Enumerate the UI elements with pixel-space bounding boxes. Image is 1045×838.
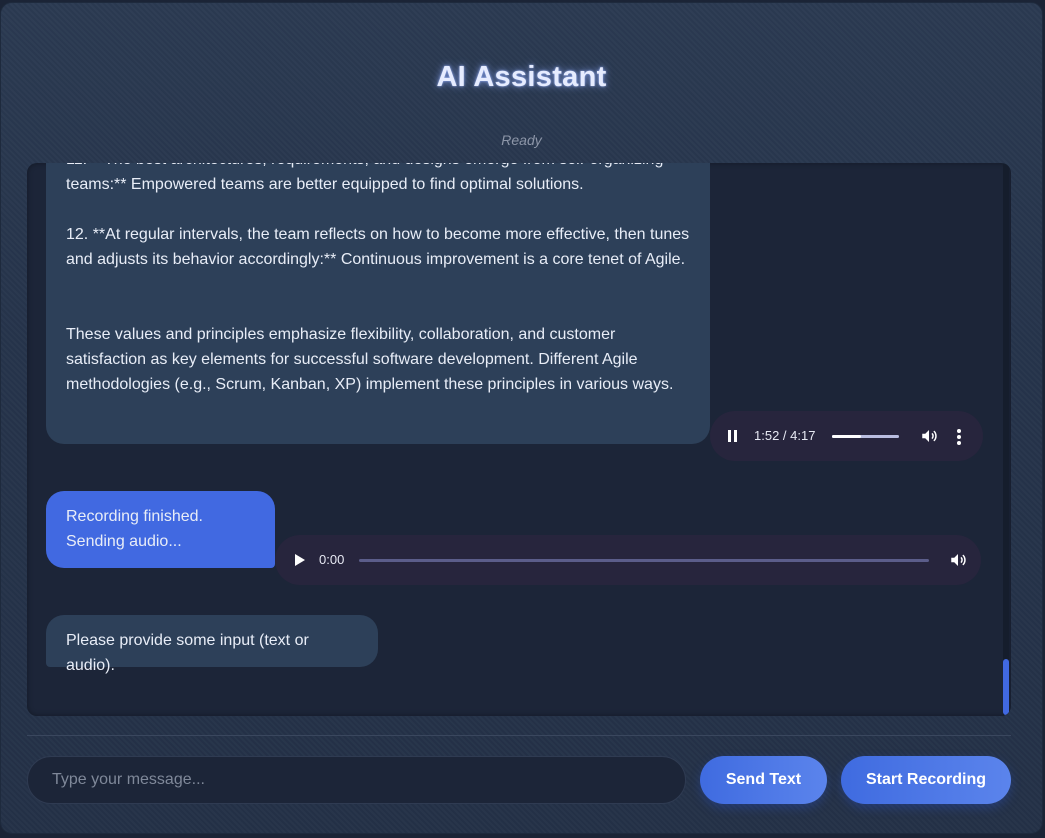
status-text: Ready xyxy=(501,132,542,148)
audio-time: 0:00 xyxy=(319,552,345,567)
message-paragraph: 12. **At regular intervals, the team ref… xyxy=(66,226,690,268)
audio-player[interactable]: 0:00 xyxy=(275,535,981,585)
user-message: Recording finished. Sending audio... xyxy=(46,491,275,568)
assistant-message: Please provide some input (text or audio… xyxy=(46,615,378,674)
audio-progress-slider[interactable] xyxy=(832,435,899,438)
assistant-message: 11. **The best architectures, requiremen… xyxy=(46,163,710,444)
app-window: AI Assistant Ready 11. **The best archit… xyxy=(0,2,1043,834)
divider xyxy=(27,735,1011,736)
message-line: Recording finished. xyxy=(66,508,203,525)
audio-progress-slider[interactable] xyxy=(359,559,929,562)
play-icon[interactable] xyxy=(295,554,305,566)
scrollbar-track[interactable] xyxy=(1003,163,1009,716)
audio-player[interactable]: 1:52 / 4:17 xyxy=(710,411,983,461)
pause-icon[interactable] xyxy=(728,430,738,442)
message-paragraph: These values and principles emphasize fl… xyxy=(66,326,674,393)
more-options-icon[interactable] xyxy=(957,429,961,447)
send-text-button[interactable]: Send Text xyxy=(700,756,827,804)
start-recording-button[interactable]: Start Recording xyxy=(841,756,1011,804)
scrollbar-thumb[interactable] xyxy=(1003,659,1009,715)
audio-time: 1:52 / 4:17 xyxy=(754,428,816,443)
page-title: AI Assistant xyxy=(436,61,607,93)
chat-history[interactable]: 11. **The best architectures, requiremen… xyxy=(27,163,1011,716)
audio-progress-fill xyxy=(832,435,862,438)
volume-icon[interactable] xyxy=(949,551,967,569)
message-input[interactable] xyxy=(27,756,686,804)
volume-icon[interactable] xyxy=(920,427,938,445)
message-paragraph: 11. **The best architectures, requiremen… xyxy=(66,163,663,193)
message-line: Sending audio... xyxy=(66,533,182,550)
